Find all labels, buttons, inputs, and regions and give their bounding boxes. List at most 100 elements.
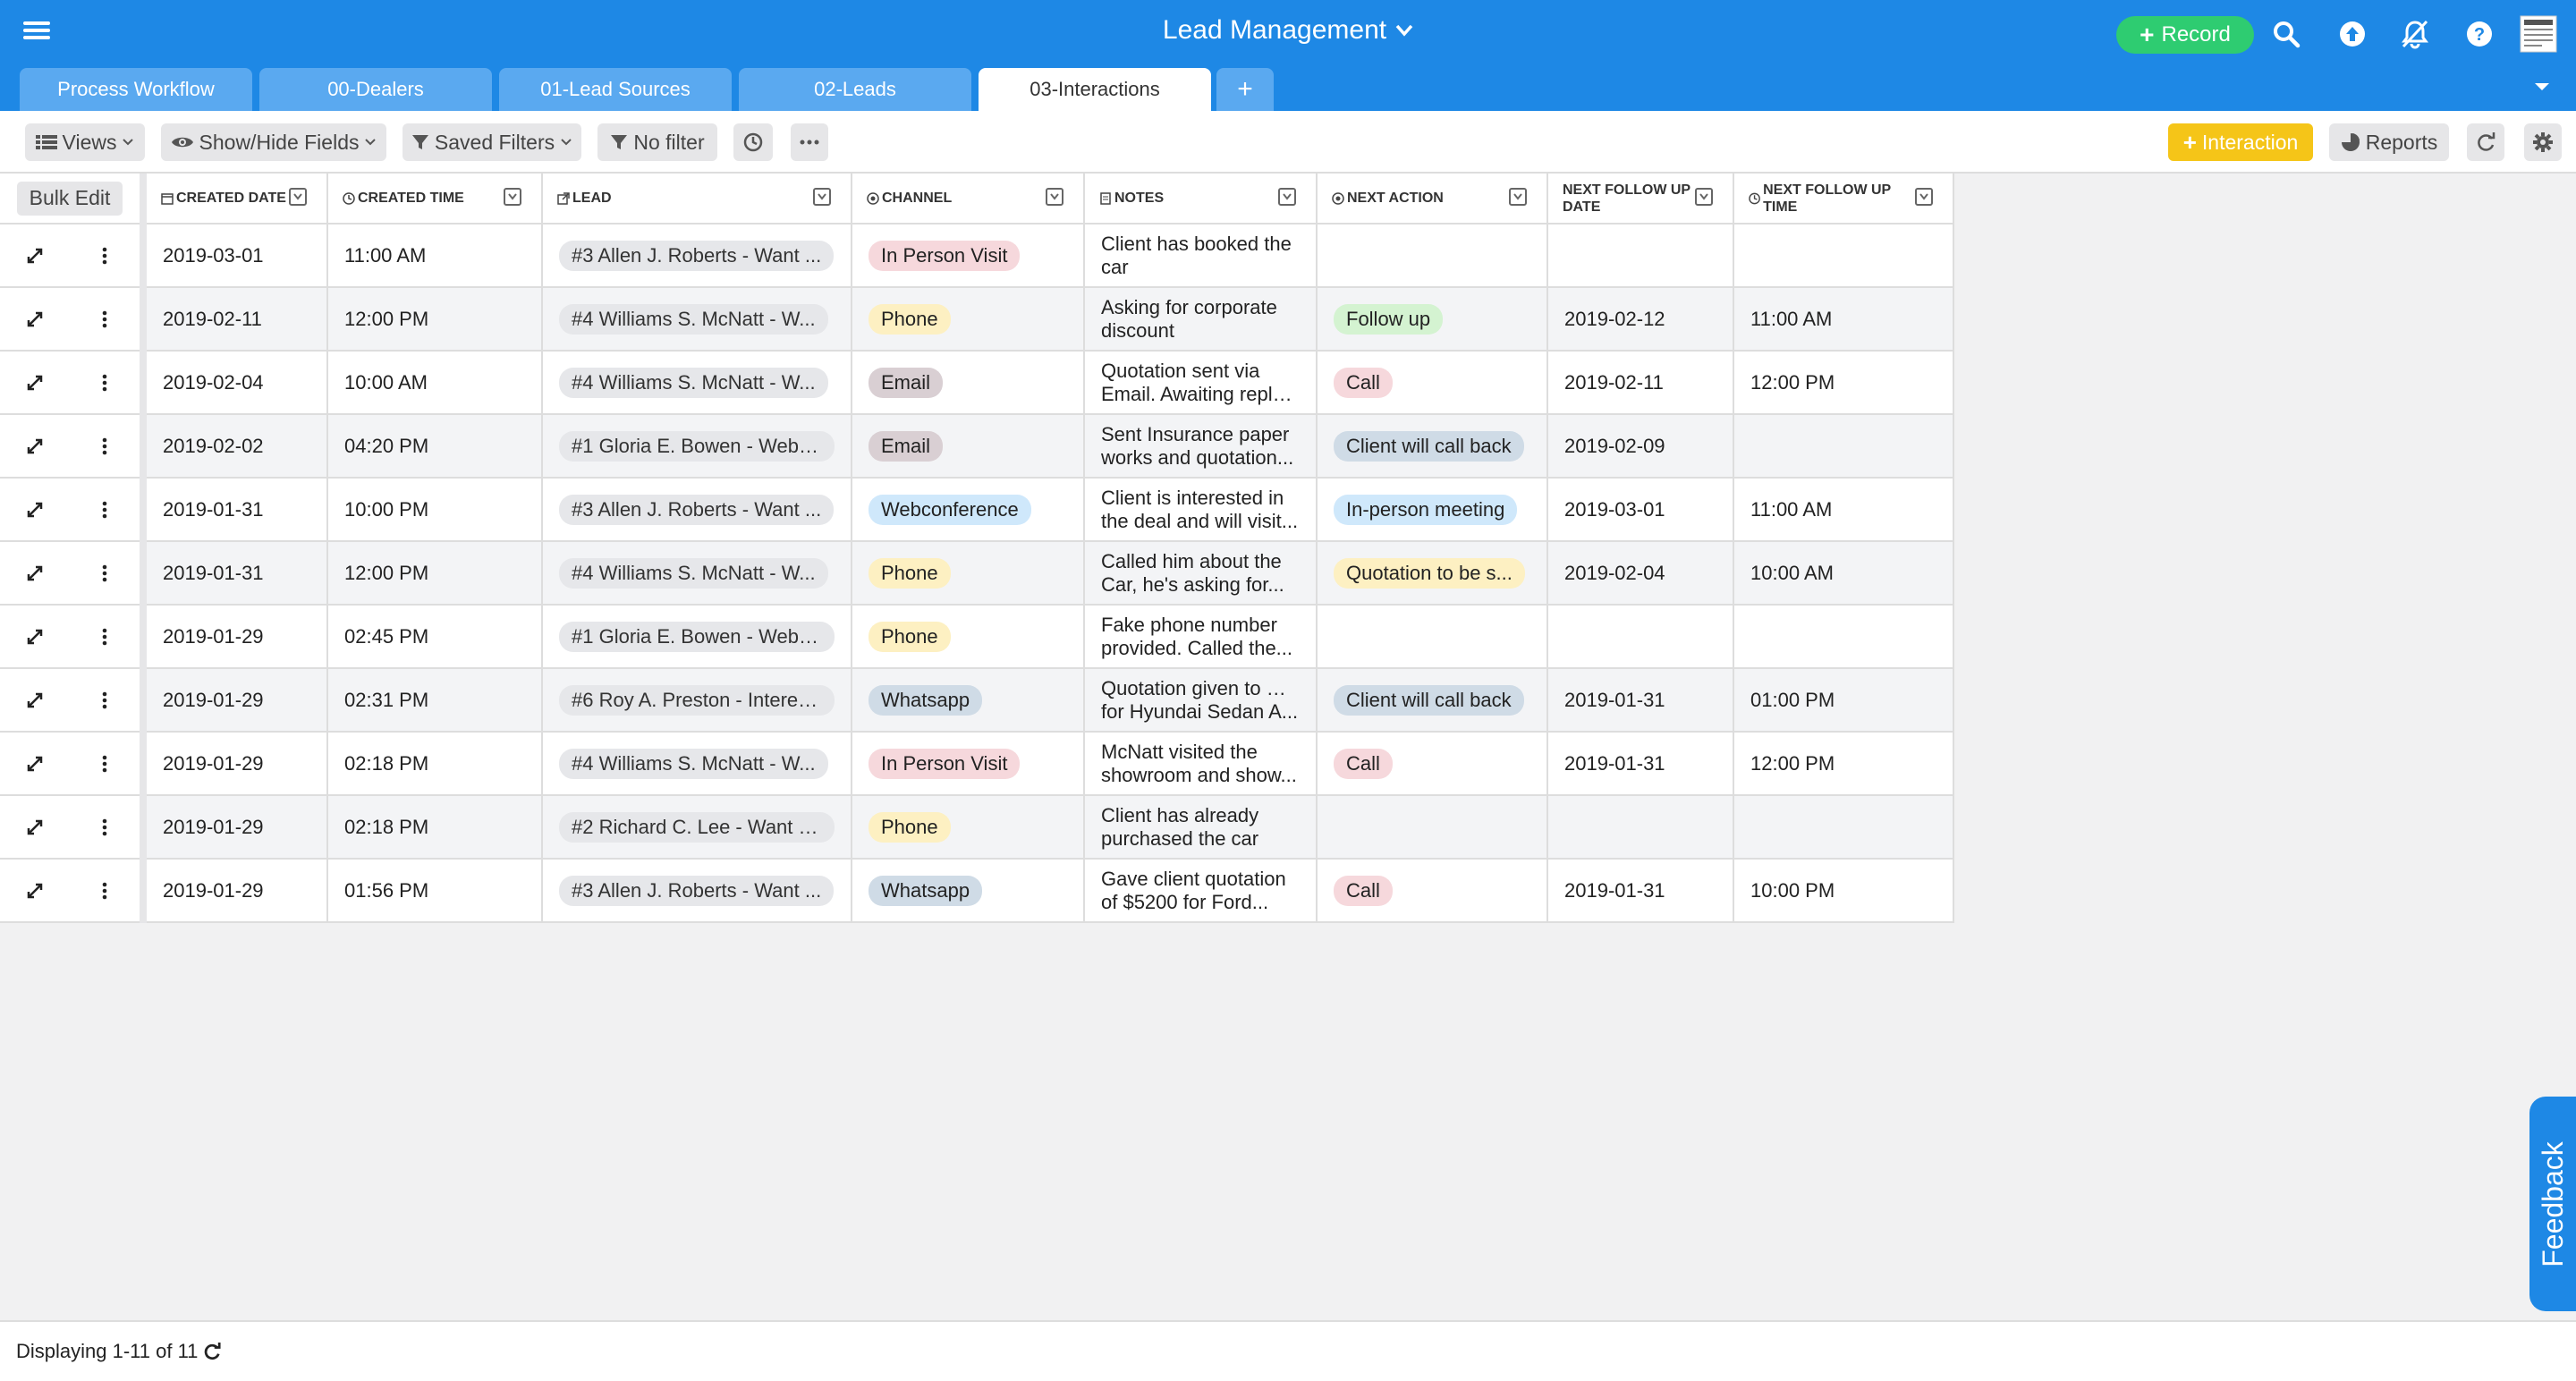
lead-chip[interactable]: #4 Williams S. McNatt - W... [559, 557, 828, 589]
cell-notes[interactable]: Client has booked the car [1084, 224, 1318, 288]
more-options-button[interactable] [791, 123, 828, 161]
cell-notes[interactable]: Gave client quotation of $5200 for Ford..… [1084, 859, 1318, 923]
expand-icon[interactable] [21, 496, 48, 523]
cell-created-date[interactable]: 2019-02-02 [143, 414, 328, 479]
user-avatar-icon[interactable] [2519, 14, 2558, 54]
tabs-menu-caret-icon[interactable] [2531, 80, 2553, 98]
cell-notes[interactable]: Sent Insurance paper works and quotation.… [1084, 414, 1318, 479]
next-action-chip[interactable]: Call [1334, 748, 1393, 779]
cell-created-date[interactable]: 2019-02-04 [143, 351, 328, 415]
lead-chip[interactable]: #2 Richard C. Lee - Want a ... [559, 811, 835, 843]
cell-channel[interactable]: Webconference [852, 478, 1085, 542]
lead-chip[interactable]: #6 Roy A. Preston - Interes... [559, 684, 835, 716]
row-menu-icon[interactable] [91, 306, 118, 333]
column-header-next-action[interactable]: NEXT ACTION [1317, 174, 1548, 225]
cell-notes[interactable]: Called him about the Car, he's asking for… [1084, 541, 1318, 606]
cell-next-follow-up-date[interactable]: 2019-02-04 [1547, 541, 1734, 606]
table-row[interactable]: 2019-02-04 10:00 AM #4 Williams S. McNatt … [0, 351, 1954, 415]
cell-next-action[interactable] [1317, 224, 1548, 288]
expand-icon[interactable] [21, 877, 48, 904]
cell-next-follow-up-date[interactable]: 2019-02-11 [1547, 351, 1734, 415]
next-action-chip[interactable]: Client will call back [1334, 430, 1524, 462]
table-row[interactable]: 2019-01-29 02:18 PM #2 Richard C. Lee - Wa… [0, 795, 1954, 860]
cell-notes[interactable]: Client has already purchased the car [1084, 795, 1318, 860]
cell-next-follow-up-time[interactable]: 10:00 PM [1733, 859, 1954, 923]
cell-next-follow-up-date[interactable]: 2019-01-31 [1547, 668, 1734, 733]
settings-button[interactable] [2524, 123, 2562, 161]
table-row[interactable]: 2019-03-01 11:00 AM #3 Allen J. Roberts - … [0, 224, 1954, 288]
cell-created-date[interactable]: 2019-03-01 [143, 224, 328, 288]
cell-channel[interactable]: In Person Visit [852, 732, 1085, 796]
lead-chip[interactable]: #1 Gloria E. Bowen - Web I... [559, 430, 835, 462]
channel-chip[interactable]: In Person Visit [869, 240, 1021, 271]
cell-created-time[interactable]: 11:00 AM [327, 224, 543, 288]
help-icon[interactable]: ? [2463, 18, 2496, 50]
cell-next-follow-up-date[interactable]: 2019-02-12 [1547, 287, 1734, 352]
cell-next-follow-up-date[interactable]: 2019-02-09 [1547, 414, 1734, 479]
column-header-notes[interactable]: NOTES [1084, 174, 1318, 225]
row-menu-icon[interactable] [91, 687, 118, 714]
hamburger-menu-icon[interactable] [23, 18, 50, 45]
channel-chip[interactable]: In Person Visit [869, 748, 1021, 779]
cell-created-date[interactable]: 2019-01-29 [143, 605, 328, 669]
channel-chip[interactable]: Phone [869, 621, 951, 652]
cell-channel[interactable]: Phone [852, 541, 1085, 606]
tab-lead-sources[interactable]: 01-Lead Sources [499, 68, 732, 111]
table-row[interactable]: 2019-01-29 02:18 PM #4 Williams S. McNatt … [0, 732, 1954, 796]
no-filter-button[interactable]: No filter [597, 123, 717, 161]
add-tab-button[interactable]: + [1216, 68, 1274, 111]
lead-chip[interactable]: #3 Allen J. Roberts - Want ... [559, 240, 835, 271]
cell-created-time[interactable]: 02:31 PM [327, 668, 543, 733]
row-menu-icon[interactable] [91, 623, 118, 650]
cell-created-date[interactable]: 2019-01-29 [143, 732, 328, 796]
cell-created-time[interactable]: 02:45 PM [327, 605, 543, 669]
cell-notes[interactable]: Quotation sent via Email. Awaiting reply.… [1084, 351, 1318, 415]
cell-notes[interactable]: McNatt visited the showroom and show... [1084, 732, 1318, 796]
add-interaction-button[interactable]: + Interaction [2168, 123, 2313, 161]
cell-created-date[interactable]: 2019-01-29 [143, 795, 328, 860]
cell-created-date[interactable]: 2019-01-29 [143, 668, 328, 733]
cell-created-time[interactable]: 01:56 PM [327, 859, 543, 923]
views-dropdown[interactable]: Views [25, 123, 145, 161]
cell-created-time[interactable]: 02:18 PM [327, 732, 543, 796]
channel-chip[interactable]: Whatsapp [869, 684, 983, 716]
column-filter-icon[interactable] [1695, 188, 1713, 206]
cell-channel[interactable]: Whatsapp [852, 668, 1085, 733]
expand-icon[interactable] [21, 306, 48, 333]
cell-next-follow-up-date[interactable]: 2019-01-31 [1547, 732, 1734, 796]
cell-next-action[interactable]: In-person meeting [1317, 478, 1548, 542]
column-filter-icon[interactable] [1915, 188, 1933, 206]
cell-next-follow-up-date[interactable]: 2019-01-31 [1547, 859, 1734, 923]
cell-channel[interactable]: Email [852, 351, 1085, 415]
cell-next-follow-up-time[interactable] [1733, 605, 1954, 669]
cell-created-date[interactable]: 2019-01-31 [143, 541, 328, 606]
cell-created-date[interactable]: 2019-02-11 [143, 287, 328, 352]
cell-lead[interactable]: #1 Gloria E. Bowen - Web I... [542, 605, 852, 669]
channel-chip[interactable]: Phone [869, 811, 951, 843]
cell-created-time[interactable]: 12:00 PM [327, 287, 543, 352]
next-action-chip[interactable]: Client will call back [1334, 684, 1524, 716]
column-header-created-date[interactable]: CREATED DATE [143, 174, 328, 225]
next-action-chip[interactable]: In-person meeting [1334, 494, 1518, 525]
expand-icon[interactable] [21, 623, 48, 650]
lead-chip[interactable]: #3 Allen J. Roberts - Want ... [559, 494, 835, 525]
cell-notes[interactable]: Client is interested in the deal and will… [1084, 478, 1318, 542]
cell-next-follow-up-date[interactable] [1547, 795, 1734, 860]
cell-lead[interactable]: #4 Williams S. McNatt - W... [542, 732, 852, 796]
cell-next-follow-up-time[interactable] [1733, 414, 1954, 479]
cell-created-date[interactable]: 2019-01-29 [143, 859, 328, 923]
channel-chip[interactable]: Whatsapp [869, 875, 983, 906]
show-hide-fields-dropdown[interactable]: Show/Hide Fields [161, 123, 386, 161]
lead-chip[interactable]: #1 Gloria E. Bowen - Web I... [559, 621, 835, 652]
cell-next-follow-up-time[interactable] [1733, 224, 1954, 288]
cell-channel[interactable]: Phone [852, 795, 1085, 860]
channel-chip[interactable]: Phone [869, 557, 951, 589]
row-menu-icon[interactable] [91, 496, 118, 523]
row-menu-icon[interactable] [91, 877, 118, 904]
lead-chip[interactable]: #3 Allen J. Roberts - Want ... [559, 875, 835, 906]
cell-created-time[interactable]: 10:00 AM [327, 351, 543, 415]
cell-lead[interactable]: #3 Allen J. Roberts - Want ... [542, 478, 852, 542]
cell-created-time[interactable]: 04:20 PM [327, 414, 543, 479]
table-row[interactable]: 2019-02-02 04:20 PM #1 Gloria E. Bowen - W… [0, 414, 1954, 479]
expand-icon[interactable] [21, 814, 48, 841]
